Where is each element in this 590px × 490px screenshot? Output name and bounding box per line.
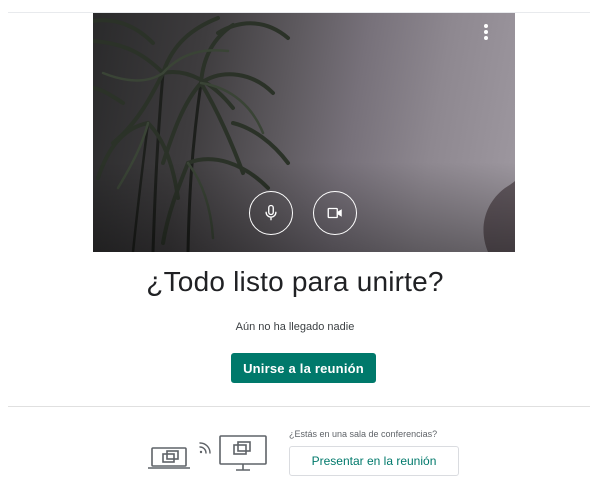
camera-toggle-button[interactable] — [313, 191, 357, 235]
participants-status: Aún no ha llegado nadie — [235, 321, 355, 333]
section-divider — [8, 406, 590, 407]
present-illustration — [148, 435, 267, 471]
more-vert-icon-dot — [484, 36, 488, 40]
page-title: ¿Todo listo para unirte? — [146, 266, 444, 297]
more-options-button[interactable] — [474, 20, 498, 44]
laptop-icon — [148, 447, 190, 469]
camera-preview — [93, 13, 515, 252]
conference-room-question: ¿Estás en una sala de conferencias? — [289, 429, 438, 439]
more-vert-icon — [484, 24, 488, 28]
videocam-icon — [327, 207, 342, 219]
monitor-icon — [219, 435, 267, 471]
microphone-icon — [265, 204, 277, 221]
meeting-lobby: ¿Todo listo para unirte? Aún no ha llega… — [0, 0, 590, 490]
present-in-meeting-button[interactable]: Presentar en la reunión — [289, 446, 459, 476]
join-meeting-button[interactable]: Unirse a la reunión — [231, 353, 376, 383]
cast-signal-icon — [199, 442, 211, 454]
preview-shade — [93, 162, 515, 252]
more-vert-icon-dot — [484, 30, 488, 34]
microphone-toggle-button[interactable] — [249, 191, 293, 235]
